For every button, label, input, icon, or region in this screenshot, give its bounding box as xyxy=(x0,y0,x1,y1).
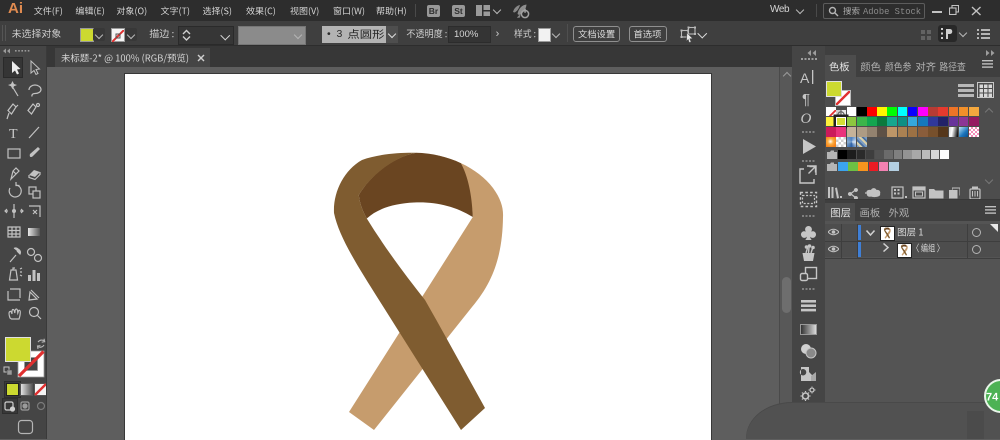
svg-text:¶: ¶ xyxy=(802,91,810,108)
svg-text:T: T xyxy=(9,127,18,142)
svg-text:A: A xyxy=(800,70,810,86)
svg-text:O: O xyxy=(801,111,812,127)
